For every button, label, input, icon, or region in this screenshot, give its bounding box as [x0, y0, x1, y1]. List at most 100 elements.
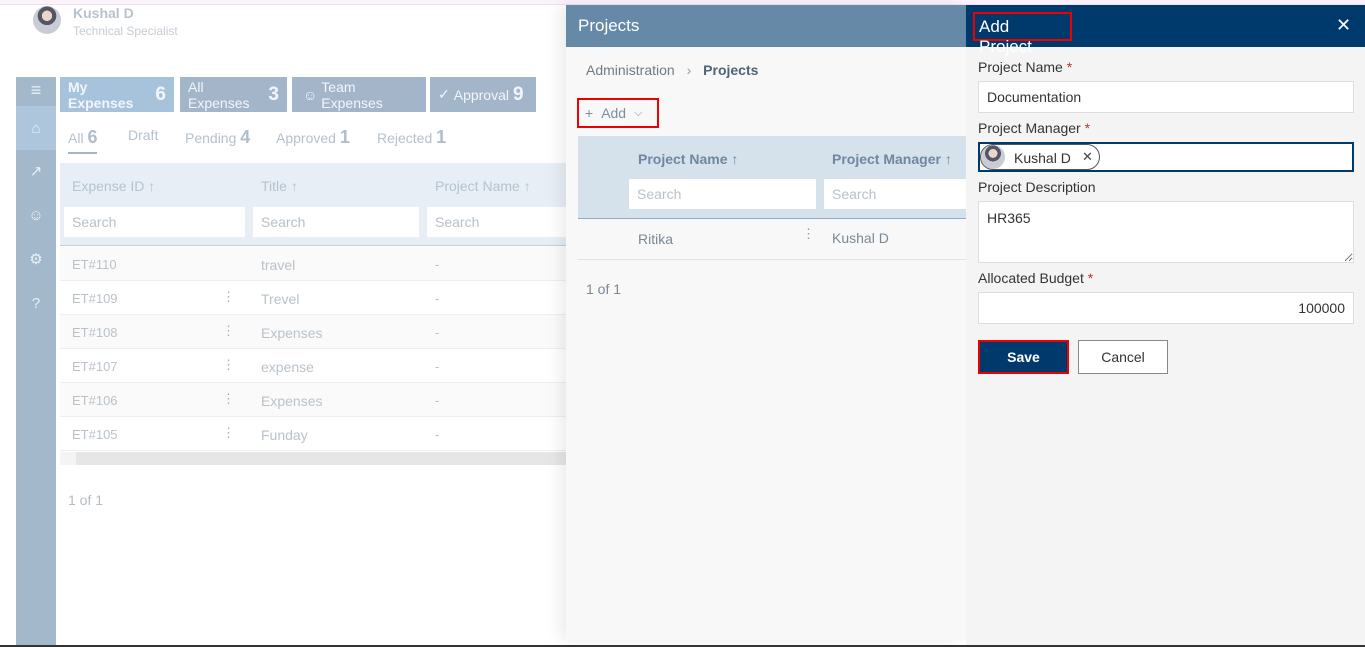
column-header-title[interactable]: Title ↑ — [261, 178, 298, 194]
tab-count: 3 — [268, 83, 279, 105]
plus-icon: + — [585, 105, 594, 121]
label-text: Project Manager — [978, 120, 1081, 136]
cell-expense-id: ET#109 — [72, 291, 118, 306]
cancel-button[interactable]: Cancel — [1078, 340, 1168, 374]
label-text: Allocated Budget — [978, 270, 1084, 286]
more-options-icon[interactable]: ⋮ — [222, 357, 235, 373]
search-expense-id[interactable] — [64, 207, 245, 237]
tab-team-expenses[interactable]: ☺ Team Expenses — [292, 77, 426, 112]
cell-project-name: - — [435, 359, 440, 374]
subtab-label: Approved — [276, 130, 336, 146]
expenses-pagination: 1 of 1 — [68, 492, 104, 508]
more-options-icon[interactable]: ⋮ — [802, 226, 815, 242]
search-project-manager[interactable] — [824, 179, 966, 209]
required-mark: * — [1066, 59, 1073, 75]
subtab-approved[interactable]: Approved 1 — [276, 127, 350, 148]
more-options-icon[interactable]: ⋮ — [222, 323, 235, 339]
horizontal-scrollbar[interactable] — [60, 452, 570, 465]
subtab-rejected[interactable]: Rejected 1 — [377, 127, 446, 148]
person-name: Kushal D — [1014, 150, 1071, 166]
breadcrumb-projects: Projects — [703, 62, 759, 78]
chevron-down-icon: ⌵ — [634, 107, 643, 119]
allocated-budget-input[interactable] — [978, 292, 1354, 324]
search-title[interactable] — [253, 207, 419, 237]
tab-label: Approval — [453, 86, 509, 103]
breadcrumb-administration[interactable]: Administration — [586, 62, 675, 78]
check-icon: ✓ — [438, 86, 450, 102]
subtab-pending[interactable]: Pending 4 — [185, 127, 250, 148]
add-project-header: Add Project ✕ — [966, 5, 1365, 56]
table-row[interactable]: Ritika ⋮ Kushal D — [578, 220, 966, 260]
tab-count: 9 — [513, 83, 524, 105]
gear-icon[interactable]: ⚙ — [16, 239, 56, 279]
tab-label: My Expenses — [68, 78, 134, 111]
cell-project-manager: Kushal D — [832, 230, 889, 246]
save-button[interactable]: Save — [978, 340, 1069, 374]
subtab-count: 1 — [339, 127, 350, 147]
table-row[interactable]: ET#108 ⋮ Expenses - — [60, 315, 570, 349]
subtab-count: 6 — [87, 127, 98, 147]
table-row[interactable]: ET#107 ⋮ expense - — [60, 349, 570, 383]
column-header-project-name[interactable]: Project Name ↑ — [638, 151, 738, 167]
tab-label: Team Expenses — [321, 78, 383, 111]
tab-label: All Expenses — [188, 78, 250, 111]
chart-icon[interactable]: ↗ — [16, 151, 56, 191]
project-manager-picker[interactable]: Kushal D ✕ — [978, 142, 1354, 172]
table-row[interactable]: ET#105 ⋮ Funday - — [60, 417, 570, 451]
more-options-icon[interactable]: ⋮ — [222, 289, 235, 305]
cell-expense-id: ET#108 — [72, 325, 118, 340]
tab-approval[interactable]: ✓ Approval 9 — [430, 77, 536, 112]
menu-icon[interactable]: ≡ — [16, 70, 56, 110]
table-row[interactable]: ET#109 ⋮ Trevel - — [60, 281, 570, 315]
cell-title: travel — [261, 257, 296, 273]
project-description-input[interactable]: HR365 — [978, 201, 1354, 263]
user-name: Kushal D — [73, 5, 134, 21]
project-manager-label: Project Manager * — [978, 120, 1090, 136]
person-chip: Kushal D ✕ — [980, 144, 1100, 170]
subtab-all[interactable]: All 6 — [68, 127, 98, 154]
more-options-icon[interactable]: ⋮ — [222, 391, 235, 407]
sidebar: ≡ ⌂ ↗ ☺ ⚙ ? — [16, 77, 56, 647]
tab-all-expenses[interactable]: All Expenses 3 — [180, 77, 287, 112]
cell-title: Expenses — [261, 325, 323, 341]
search-project-name[interactable] — [629, 179, 816, 209]
remove-person-icon[interactable]: ✕ — [1082, 149, 1093, 165]
project-name-label: Project Name * — [978, 59, 1072, 75]
cell-expense-id: ET#110 — [72, 257, 117, 272]
projects-title: Projects — [566, 5, 966, 47]
cell-title: Funday — [261, 427, 308, 443]
allocated-budget-label: Allocated Budget * — [978, 270, 1093, 286]
subtab-label: All — [68, 130, 84, 146]
user-role: Technical Specialist — [73, 24, 178, 38]
home-icon[interactable]: ⌂ — [16, 106, 56, 150]
table-row[interactable]: ET#110 travel - — [60, 247, 570, 281]
label-text: Project Name — [978, 59, 1063, 75]
cell-project-name: - — [435, 325, 440, 340]
search-project-name[interactable] — [427, 207, 570, 237]
required-mark: * — [1084, 120, 1091, 136]
more-options-icon[interactable]: ⋮ — [222, 425, 235, 441]
cell-title: Expenses — [261, 393, 323, 409]
cell-expense-id: ET#105 — [72, 427, 118, 442]
person-avatar — [981, 145, 1005, 169]
close-icon[interactable]: ✕ — [1336, 15, 1351, 36]
project-name-input[interactable] — [978, 81, 1354, 113]
user-settings-icon[interactable]: ☺ — [16, 195, 56, 235]
cell-project-name: Ritika — [638, 231, 674, 247]
cell-project-name: - — [435, 427, 440, 442]
tab-count: 6 — [155, 83, 166, 105]
table-row[interactable]: ET#106 ⋮ Expenses - — [60, 383, 570, 417]
subtab-count: 1 — [436, 127, 447, 147]
column-header-expense-id[interactable]: Expense ID ↑ — [72, 178, 155, 194]
column-header-project-manager[interactable]: Project Manager ↑ — [832, 151, 952, 167]
subtab-draft[interactable]: Draft — [128, 127, 158, 143]
help-icon[interactable]: ? — [16, 283, 56, 323]
add-button[interactable]: + Add ⌵ — [577, 98, 659, 128]
cell-expense-id: ET#106 — [72, 393, 118, 408]
cell-project-name: - — [435, 291, 440, 306]
cell-project-name: - — [435, 393, 440, 408]
column-header-project-name[interactable]: Project Name ↑ — [435, 178, 531, 194]
add-label: Add — [601, 105, 627, 121]
tab-my-expenses[interactable]: My Expenses 6 — [60, 77, 174, 112]
cell-title: Trevel — [261, 291, 300, 307]
